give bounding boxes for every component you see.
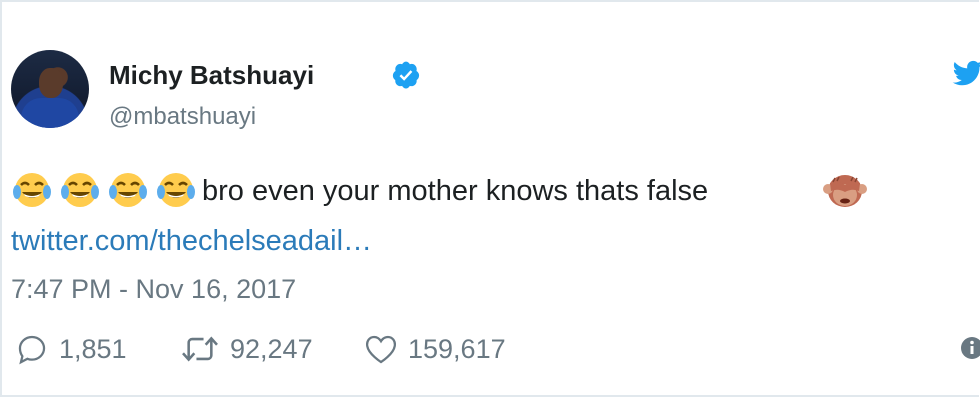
retweet-icon — [182, 336, 218, 362]
author-handle[interactable]: @mbatshuayi — [109, 102, 256, 132]
author-name[interactable]: Michy Batshuayi — [109, 59, 314, 91]
tears-of-joy-icon — [13, 173, 51, 207]
tweet-card: Michy Batshuayi @mbatshuayi bro even you… — [0, 0, 980, 397]
tears-of-joy-icon — [109, 173, 147, 207]
like-count: 159,617 — [408, 334, 506, 364]
reply-icon — [18, 335, 46, 365]
retweet-count: 92,247 — [230, 334, 313, 364]
avatar[interactable] — [11, 50, 89, 128]
like-button[interactable]: 159,617 — [362, 332, 506, 366]
info-icon[interactable] — [960, 335, 980, 361]
avatar-shirt — [21, 98, 79, 128]
tears-of-joy-icon — [61, 173, 99, 207]
twitter-bird-icon[interactable] — [952, 58, 980, 88]
retweet-button[interactable]: 92,247 — [178, 332, 313, 366]
see-no-evil-monkey-icon — [823, 175, 867, 207]
tears-of-joy-icon — [157, 173, 195, 207]
tweet-text: bro even your mother knows thats false — [202, 175, 709, 207]
avatar-head — [39, 68, 63, 98]
heart-icon — [365, 335, 397, 364]
tweet-timestamp[interactable]: 7:47 PM - Nov 16, 2017 — [11, 272, 296, 306]
tweet-link[interactable]: twitter.com/thechelseadail… — [11, 223, 372, 259]
reply-button[interactable]: 1,851 — [13, 332, 127, 366]
reply-count: 1,851 — [59, 334, 127, 364]
verified-badge-icon — [392, 61, 420, 89]
